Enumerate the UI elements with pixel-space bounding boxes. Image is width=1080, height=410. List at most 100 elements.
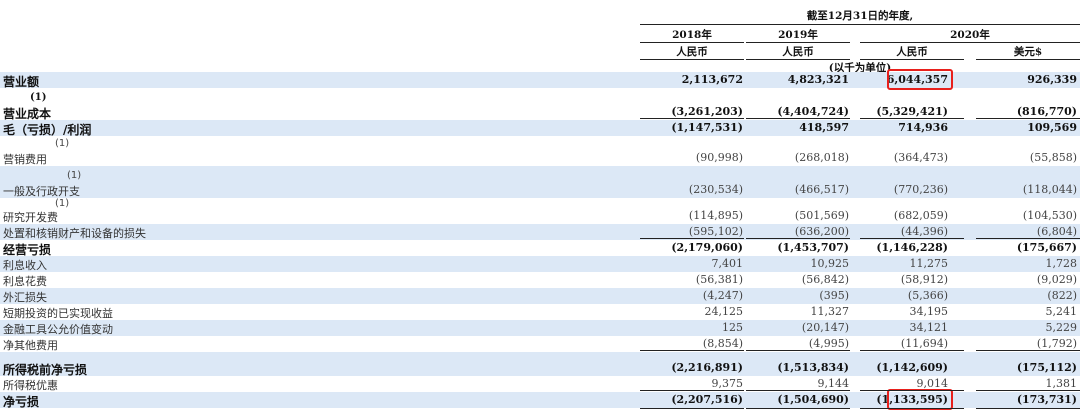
value-cell: (1,792) — [1036, 337, 1077, 350]
value-cell: (20,147) — [801, 321, 849, 334]
value-cell: (466,517) — [794, 183, 849, 196]
year-underline-2018 — [640, 42, 744, 43]
value-cell: (56,842) — [801, 273, 849, 286]
value-cell: (1,142,609) — [876, 361, 948, 374]
value-cell: (2,179,060) — [671, 241, 743, 254]
value-cell: (5,329,421) — [876, 105, 948, 118]
subtotal-rule — [746, 118, 850, 119]
value-cell: 1,728 — [1045, 257, 1078, 270]
value-cell: (1,513,834) — [777, 361, 849, 374]
value-cell: 24,125 — [704, 305, 744, 318]
subtotal-rule — [860, 390, 964, 391]
row-label: 外汇损失 — [3, 291, 47, 304]
statement-row: 一般及行政开支 (1) (230,534) (466,517) (770,236) (11… — [0, 166, 1080, 198]
footnote-marker: (1) — [55, 138, 70, 149]
year-header-2019: 2019年 — [778, 29, 818, 41]
row-label: 利息收入 — [3, 259, 47, 272]
value-cell: 109,569 — [1027, 121, 1077, 134]
statement-row: 短期投资的已实现收益 24,125 11,327 34,195 5,241 — [0, 304, 1080, 320]
value-cell: (58,912) — [900, 273, 948, 286]
value-cell: (4,404,724) — [777, 105, 849, 118]
subtotal-rule — [976, 390, 1080, 391]
statement-row: 利息花费 (56,381) (56,842) (58,912) (9,029) — [0, 272, 1080, 288]
row-label: 研究开发费 — [3, 211, 58, 224]
value-cell: 5,241 — [1045, 305, 1078, 318]
period-header: 截至12月31日的年度, — [806, 10, 914, 22]
value-cell: 11,275 — [909, 257, 949, 270]
value-cell: 1,381 — [1045, 377, 1078, 390]
subtotal-rule — [640, 238, 744, 239]
statement-row: 所得税前净亏损 (2,216,891) (1,513,834) (1,142,609)… — [0, 352, 1080, 377]
value-cell: (4,247) — [702, 289, 743, 302]
value-cell: (230,534) — [688, 183, 743, 196]
statement-row: 营业成本 (1) (3,261,203) (4,404,724) (5,329,421)… — [0, 90, 1080, 121]
row-label: 营业额 — [3, 75, 40, 89]
value-cell: (6,804) — [1036, 225, 1077, 238]
value-cell: (9,029) — [1036, 273, 1077, 286]
value-cell: (268,018) — [794, 151, 849, 164]
value-cell: 125 — [722, 321, 743, 334]
value-cell: (175,667) — [1016, 241, 1077, 254]
value-cell: (104,530) — [1022, 209, 1077, 222]
value-cell: 926,339 — [1027, 73, 1077, 86]
subtotal-rule — [860, 118, 964, 119]
row-label: 处置和核销财产和设备的损失 — [3, 227, 146, 240]
statement-row: 金融工具公允价值变动 125 (20,147) 34,121 5,229 — [0, 320, 1080, 336]
value-cell: (395) — [819, 289, 849, 302]
statement-row: 外汇损失 (4,247) (395) (5,366) (822) — [0, 288, 1080, 304]
value-cell: (501,569) — [794, 209, 849, 222]
subtotal-rule — [976, 238, 1080, 239]
statement-row: 营销费用 (1) (90,998) (268,018) (364,473) (55,858… — [0, 136, 1080, 166]
currency-underline-2018 — [640, 59, 744, 60]
value-cell: (5,366) — [907, 289, 948, 302]
value-cell: 418,597 — [799, 121, 849, 134]
subtotal-rule — [746, 238, 850, 239]
row-label: 一般及行政开支 — [3, 185, 80, 198]
value-cell: (175,112) — [1016, 361, 1077, 374]
value-cell: (822) — [1047, 289, 1077, 302]
total-double-rule — [860, 408, 964, 409]
year-underline-2019 — [746, 42, 850, 43]
value-cell: 34,121 — [909, 321, 949, 334]
row-label: 营销费用 — [3, 153, 47, 166]
value-cell: 11,327 — [810, 305, 850, 318]
value-cell: (4,995) — [808, 337, 849, 350]
highlight-box — [887, 69, 953, 90]
value-cell: (636,200) — [794, 225, 849, 238]
total-double-rule — [976, 408, 1080, 409]
value-cell: (1,147,531) — [671, 121, 743, 134]
row-label: 净其他费用 — [3, 339, 58, 352]
value-cell: 714,936 — [898, 121, 948, 134]
value-cell: 9,144 — [817, 377, 850, 390]
value-cell: (770,236) — [893, 183, 948, 196]
value-cell: (173,731) — [1016, 393, 1077, 406]
value-cell: (682,059) — [893, 209, 948, 222]
statement-row: 利息收入 7,401 10,925 11,275 1,728 — [0, 256, 1080, 272]
value-cell: (11,694) — [900, 337, 948, 350]
value-cell: (90,998) — [695, 151, 743, 164]
value-cell: (44,396) — [900, 225, 948, 238]
year-header-2018: 2018年 — [672, 29, 712, 41]
subtotal-rule — [976, 350, 1080, 351]
value-cell: (595,102) — [688, 225, 743, 238]
subtotal-rule — [640, 118, 744, 119]
value-cell: (1,504,690) — [777, 393, 849, 406]
subtotal-rule — [976, 118, 1080, 119]
currency-header-2018: 人民币 — [676, 46, 708, 58]
value-cell: 10,925 — [810, 257, 850, 270]
currency-header-2020-usd: 美元$ — [1013, 46, 1043, 58]
value-cell: 7,401 — [711, 257, 744, 270]
value-cell: 4,823,321 — [787, 73, 849, 86]
value-cell: (1,453,707) — [777, 241, 849, 254]
total-double-rule — [640, 408, 744, 409]
currency-underline-2020-usd — [976, 59, 1080, 60]
value-cell: (816,770) — [1016, 105, 1077, 118]
value-cell: (55,858) — [1029, 151, 1077, 164]
year-underline-2020 — [860, 42, 1080, 43]
value-cell: 2,113,672 — [681, 73, 743, 86]
subtotal-rule — [746, 350, 850, 351]
value-cell: (3,261,203) — [671, 105, 743, 118]
footnote-marker: (1) — [55, 198, 70, 209]
subtotal-rule — [746, 390, 850, 391]
currency-header-2020-rmb: 人民币 — [896, 46, 928, 58]
